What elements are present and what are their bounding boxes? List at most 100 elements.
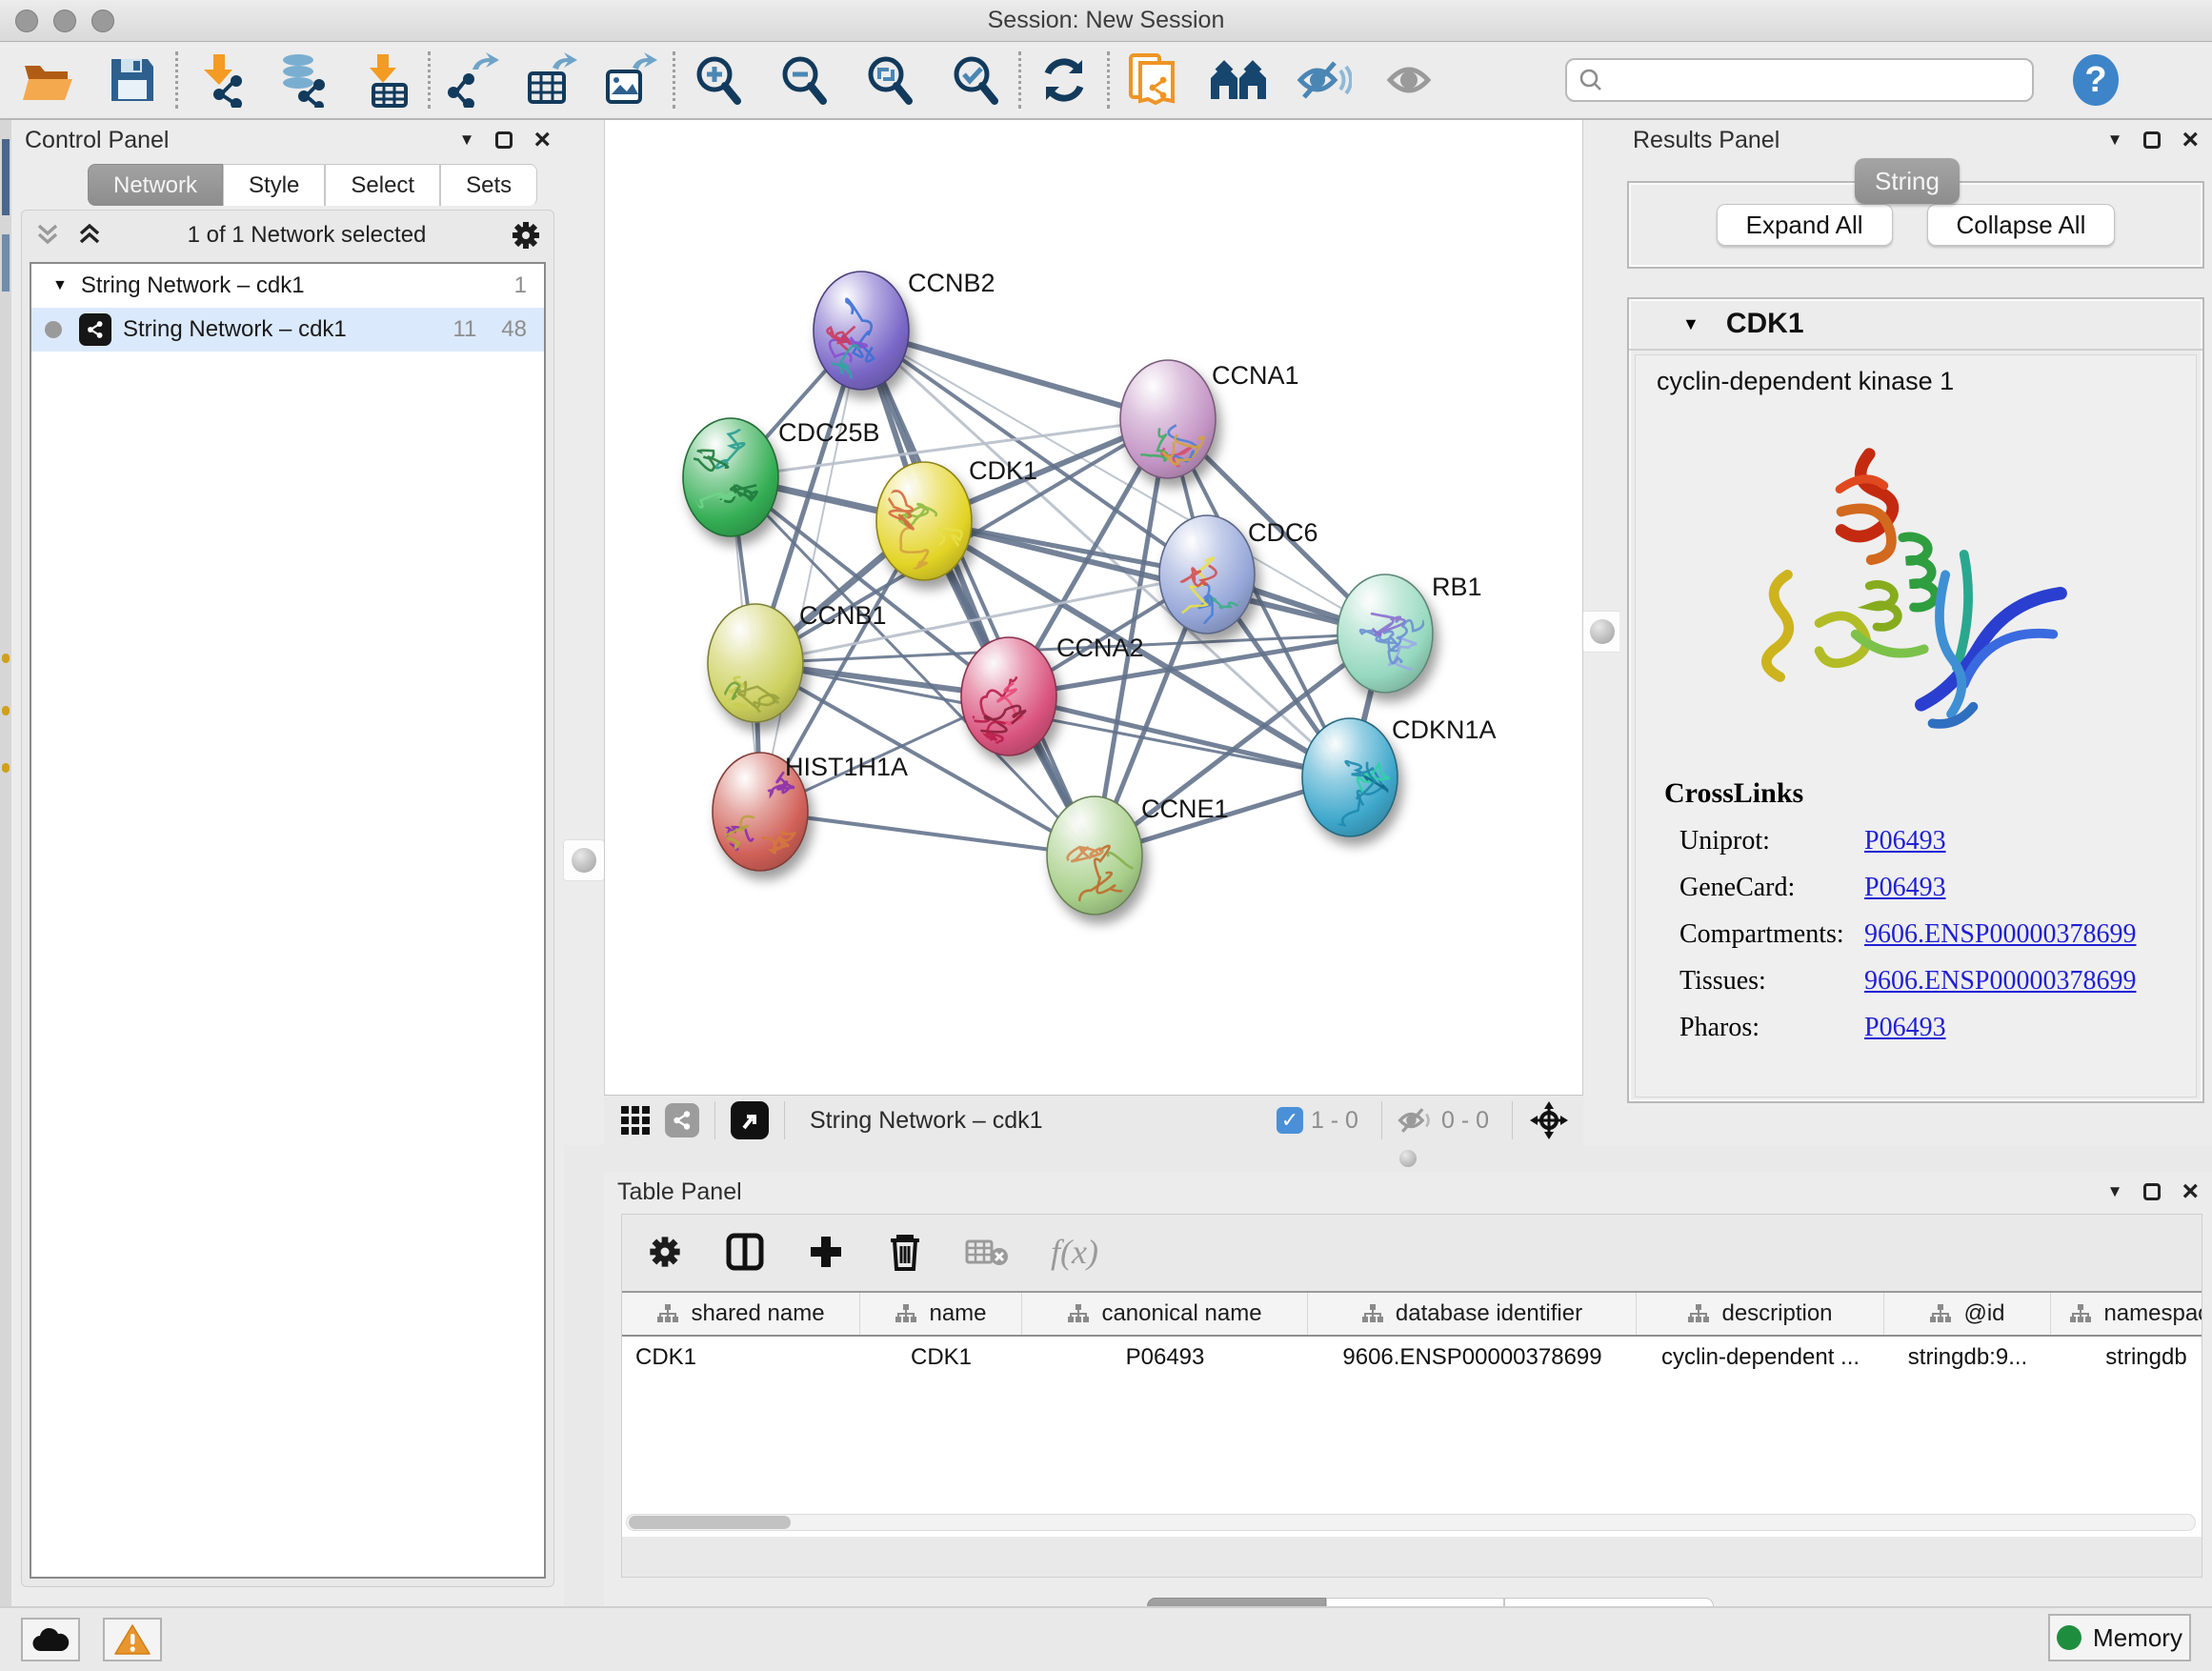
table-cell[interactable]: CDK1 — [860, 1344, 1022, 1371]
import-table-icon[interactable] — [355, 50, 414, 110]
svg-text:?: ? — [2084, 60, 2106, 100]
tab-select[interactable]: Select — [325, 164, 440, 206]
column-header[interactable]: shared name — [622, 1293, 860, 1335]
splitter-handle[interactable] — [563, 839, 605, 881]
panel-menu-icon[interactable]: ▼ — [2107, 131, 2123, 150]
panel-close-icon[interactable]: × — [2182, 1183, 2199, 1200]
import-database-icon[interactable] — [273, 50, 332, 110]
table-cell[interactable]: stringdb:9... — [1884, 1344, 2051, 1371]
grid-view-icon[interactable] — [619, 1104, 652, 1137]
refresh-layout-icon[interactable] — [1035, 50, 1094, 110]
table-cell[interactable]: cyclin-dependent ... — [1637, 1344, 1884, 1371]
tab-network[interactable]: Network — [88, 164, 223, 206]
right-splitter[interactable] — [1583, 120, 1623, 1145]
tab-string[interactable]: String — [1855, 158, 1960, 204]
string-network-graph[interactable]: CCNB2CCNA1CDC25BCDK1CDC6RB1CCNB1CCNA2CDK… — [605, 120, 1584, 1095]
table-settings-gear-icon[interactable] — [647, 1234, 683, 1270]
column-header[interactable]: @id — [1884, 1293, 2051, 1335]
column-header[interactable]: description — [1637, 1293, 1884, 1335]
table-row[interactable]: CDK1CDK1P064939606.ENSP00000378699cyclin… — [622, 1337, 2202, 1379]
crosslink-link[interactable]: P06493 — [1864, 826, 1946, 856]
panel-close-icon[interactable]: × — [533, 131, 551, 149]
network-collection-row[interactable]: ▼ String Network – cdk1 1 — [31, 264, 544, 308]
expand-all-button[interactable]: Expand All — [1717, 204, 1893, 246]
splitter-handle[interactable] — [1581, 611, 1623, 653]
network-node[interactable] — [1120, 360, 1216, 488]
selected-counts: 1 - 0 — [1311, 1107, 1358, 1135]
collection-expand-icon[interactable]: ▼ — [52, 277, 68, 294]
node-table[interactable]: shared namenamecanonical namedatabase id… — [622, 1291, 2202, 1537]
zoom-fit-icon[interactable] — [860, 50, 919, 110]
crosslink-link[interactable]: 9606.ENSP00000378699 — [1864, 919, 2136, 950]
collapse-all-icon[interactable] — [33, 222, 62, 249]
column-header[interactable]: canonical name — [1022, 1293, 1308, 1335]
import-network-icon[interactable] — [191, 50, 251, 110]
zoom-in-icon[interactable] — [689, 50, 748, 110]
export-network-icon[interactable] — [444, 50, 503, 110]
export-table-icon[interactable] — [522, 50, 581, 110]
help-icon[interactable]: ? — [2066, 50, 2125, 110]
collapse-all-button[interactable]: Collapse All — [1927, 204, 2116, 246]
export-image-icon[interactable] — [600, 50, 659, 110]
memory-label: Memory — [2093, 1623, 2182, 1653]
table-cell[interactable]: CDK1 — [622, 1344, 860, 1371]
scrollbar-thumb[interactable] — [629, 1516, 791, 1529]
network-edge[interactable] — [760, 812, 1095, 856]
network-row[interactable]: String Network – cdk1 11 48 — [31, 308, 544, 352]
panel-menu-icon[interactable]: ▼ — [2107, 1182, 2123, 1201]
table-panel-header: Table Panel ▼ × — [604, 1172, 2212, 1212]
cloud-button[interactable] — [21, 1618, 80, 1661]
column-header[interactable]: database identifier — [1308, 1293, 1637, 1335]
expand-all-icon[interactable] — [75, 222, 104, 249]
crosslink-link[interactable]: 9606.ENSP00000378699 — [1864, 966, 2136, 997]
warning-icon — [114, 1623, 151, 1656]
search-box[interactable] — [1565, 58, 2034, 102]
left-splitter[interactable] — [564, 120, 604, 1145]
show-columns-icon[interactable] — [725, 1232, 765, 1272]
network-node[interactable] — [814, 272, 909, 390]
annotations-icon[interactable] — [1123, 50, 1182, 110]
gene-collapse-icon[interactable]: ▼ — [1682, 314, 1699, 334]
save-session-icon[interactable] — [103, 50, 162, 110]
zoom-out-icon[interactable] — [774, 50, 834, 110]
panel-menu-icon[interactable]: ▼ — [459, 131, 475, 150]
panel-close-icon[interactable]: × — [2182, 131, 2199, 149]
panel-float-icon[interactable] — [495, 131, 513, 149]
memory-button[interactable]: Memory — [2048, 1614, 2191, 1661]
show-all-icon[interactable] — [1382, 50, 1441, 110]
string-share-icon[interactable] — [665, 1103, 699, 1137]
table-cell[interactable]: 9606.ENSP00000378699 — [1308, 1344, 1637, 1371]
hide-selected-icon[interactable] — [1295, 50, 1354, 110]
open-in-window-icon[interactable] — [731, 1101, 769, 1139]
tab-sets[interactable]: Sets — [440, 164, 537, 206]
network-selection-status: 1 of 1 Network selected — [104, 222, 510, 249]
zoom-selected-icon[interactable] — [946, 50, 1005, 110]
network-edge[interactable] — [760, 331, 861, 812]
table-cell[interactable]: P06493 — [1022, 1344, 1308, 1371]
column-header[interactable]: name — [860, 1293, 1022, 1335]
selected-checkbox-icon[interactable]: ✓ — [1277, 1107, 1303, 1134]
warning-button[interactable] — [103, 1618, 162, 1661]
panel-float-icon[interactable] — [2143, 1183, 2161, 1200]
fit-content-crosshair-icon[interactable] — [1528, 1099, 1570, 1141]
open-session-icon[interactable] — [19, 50, 78, 110]
table-cell[interactable]: stringdb — [2051, 1344, 2202, 1371]
search-input[interactable] — [1603, 67, 2003, 93]
network-node[interactable] — [680, 415, 778, 536]
add-column-icon[interactable] — [807, 1233, 845, 1271]
network-view-canvas[interactable]: CCNB2CCNA1CDC25BCDK1CDC6RB1CCNB1CCNA2CDK… — [604, 120, 1583, 1095]
horizontal-splitter[interactable] — [604, 1145, 2212, 1172]
column-header[interactable]: namespace — [2051, 1293, 2202, 1335]
delete-column-icon[interactable] — [887, 1231, 923, 1273]
first-neighbors-icon[interactable] — [1209, 50, 1268, 110]
crosslink-row: Pharos: P06493 — [1664, 1013, 2196, 1043]
panel-float-icon[interactable] — [2143, 131, 2161, 149]
crosslink-link[interactable]: P06493 — [1864, 1013, 1946, 1043]
tab-style[interactable]: Style — [223, 164, 325, 206]
network-node[interactable] — [1337, 574, 1433, 693]
horizontal-scrollbar[interactable] — [626, 1514, 2196, 1531]
splitter-handle[interactable] — [1399, 1150, 1417, 1167]
crosslink-link[interactable]: P06493 — [1864, 873, 1946, 903]
gene-entry-header[interactable]: ▼ CDK1 — [1629, 299, 2202, 351]
network-options-gear-icon[interactable] — [510, 219, 542, 252]
